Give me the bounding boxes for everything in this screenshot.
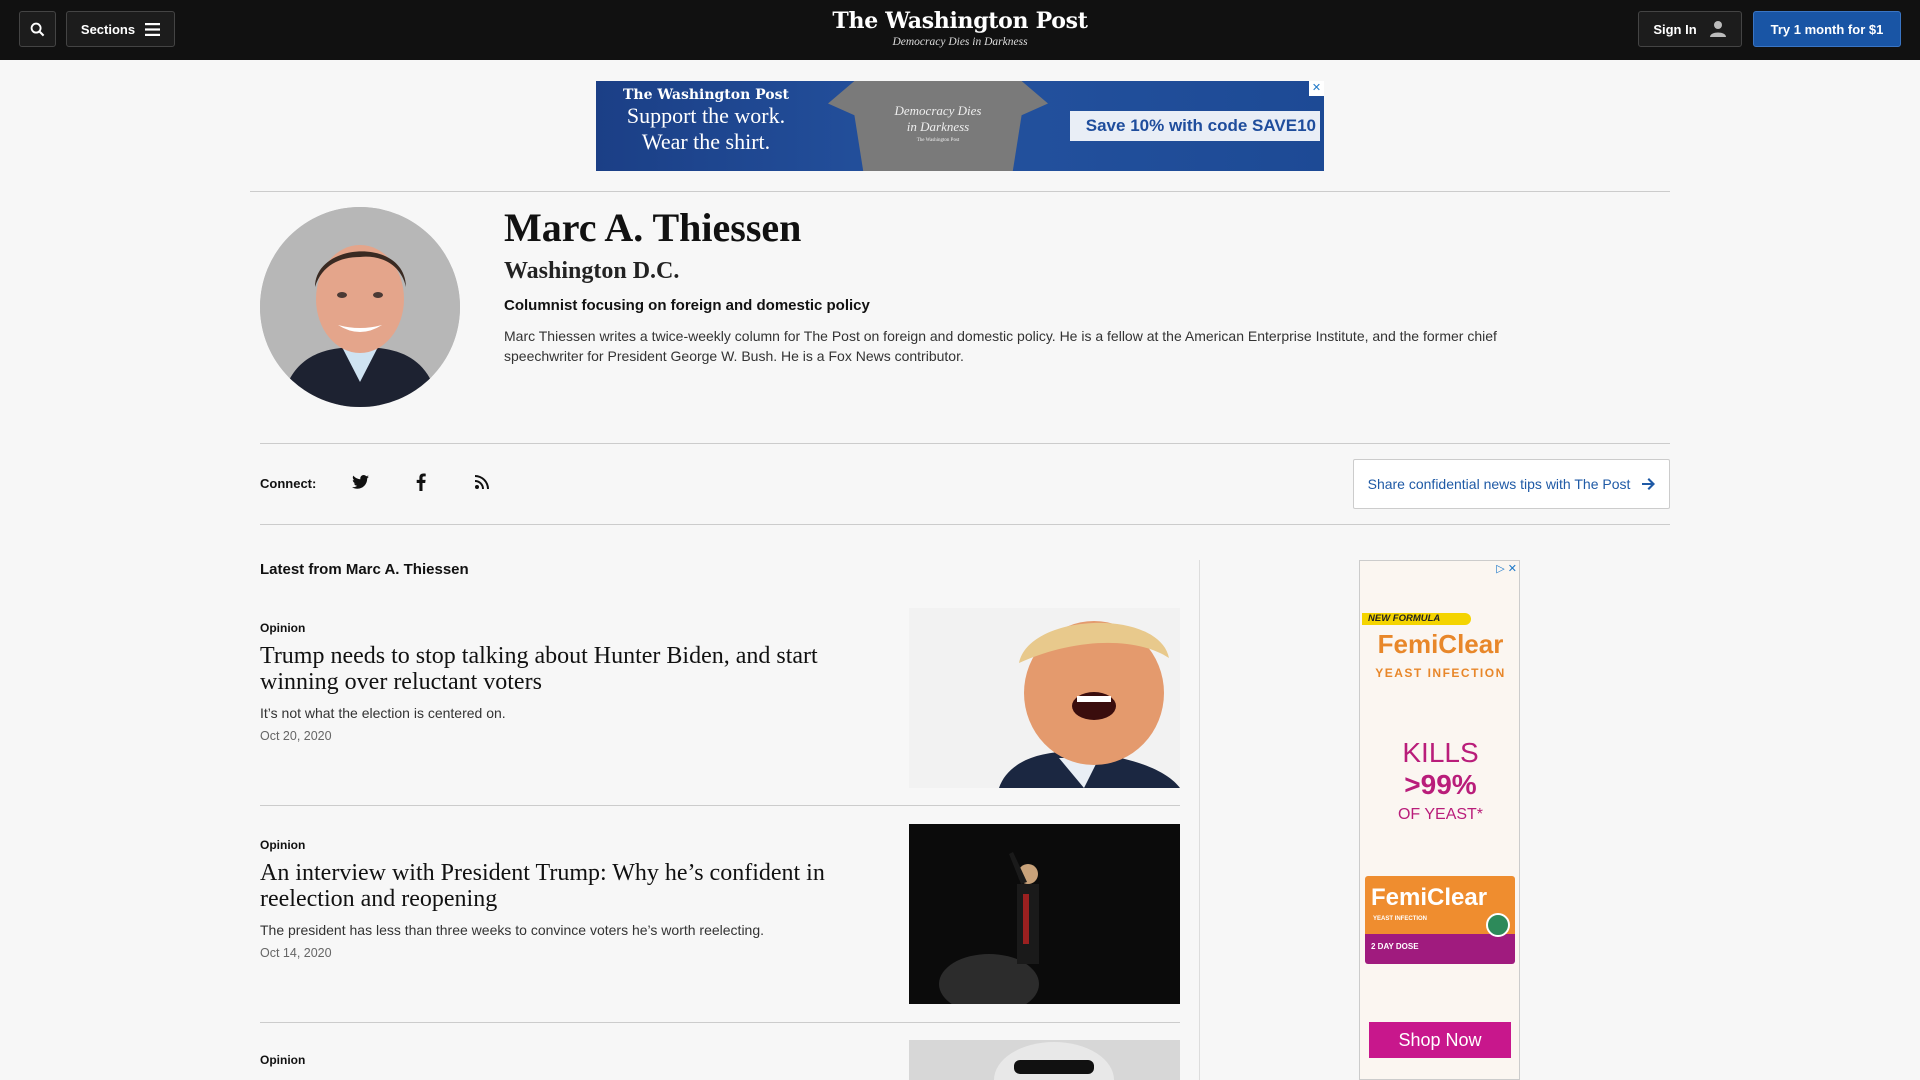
ad-banner-promo-text: Save 10% with code SAVE10 (1085, 116, 1316, 135)
facebook-link[interactable] (409, 470, 433, 494)
sign-in-button[interactable]: Sign In (1638, 11, 1742, 47)
article-card[interactable]: Opinion An interview with President Trum… (260, 822, 1180, 1023)
connect-label: Connect: (260, 476, 317, 491)
ad-banner-copy: The Washington Post Support the work. We… (616, 87, 796, 155)
ad-kills-line-1: KILLS (1402, 737, 1479, 768)
ad-tag: NEW FORMULA (1362, 613, 1471, 625)
menu-icon (145, 22, 161, 36)
tshirt-text: Democracy Dies in Darkness The Washingto… (828, 103, 1048, 147)
ad-banner-logo: The Washington Post (623, 87, 789, 103)
article-blurb: It’s not what the election is centered o… (260, 705, 506, 721)
ad-close-icon[interactable]: ✕ (1309, 81, 1324, 96)
masthead-tagline: Democracy Dies in Darkness (892, 36, 1028, 48)
tshirt-text-line-1: Democracy Dies (894, 103, 982, 118)
article-blurb: The president has less than three weeks … (260, 922, 765, 938)
side-ad[interactable]: ▷ ✕ NEW FORMULA FemiClear YEAST INFECTIO… (1359, 560, 1520, 1080)
news-tips-button[interactable]: Share confidential news tips with The Po… (1353, 459, 1670, 509)
author-role: Columnist focusing on foreign and domest… (504, 297, 870, 314)
twitter-link[interactable] (348, 470, 372, 494)
article-date: Oct 14, 2020 (260, 946, 332, 960)
article-photo-rally (909, 824, 1180, 1004)
rss-link[interactable] (470, 470, 494, 494)
product-seal-icon (1486, 913, 1510, 937)
article-divider (260, 1022, 1180, 1023)
ad-kills-line-3: OF YEAST* (1397, 806, 1484, 823)
divider (260, 524, 1670, 525)
news-tips-label: Share confidential news tips with The Po… (1367, 476, 1631, 492)
article-photo-biden (909, 1040, 1180, 1080)
product-box-brand: FemiClear (1371, 884, 1488, 911)
ad-subbrand: YEAST INFECTION (1375, 666, 1506, 680)
arrow-right-icon (1642, 478, 1656, 490)
author-bio: Marc Thiessen writes a twice-weekly colu… (504, 328, 1497, 364)
top-navigation: Sections The Washington Post Democracy D… (0, 0, 1920, 60)
ad-choices-icon[interactable]: ▷ ✕ (1496, 562, 1517, 575)
search-icon (30, 22, 45, 36)
subscribe-button[interactable]: Try 1 month for $1 (1753, 11, 1901, 47)
ad-banner[interactable]: The Washington Post Support the work. We… (596, 81, 1324, 171)
facebook-icon (416, 473, 426, 491)
article-image[interactable] (909, 824, 1180, 1004)
article-headline[interactable]: An interview with President Trump: Why h… (260, 860, 900, 912)
divider (250, 191, 1670, 192)
author-portrait-image (260, 207, 460, 407)
sections-button[interactable]: Sections (66, 11, 175, 47)
article-card[interactable]: Opinion Trump needs to stop talking abou… (260, 605, 1180, 806)
masthead-logo[interactable]: The Washington Post (760, 8, 1160, 34)
search-button[interactable] (19, 11, 56, 47)
article-photo-trump (909, 608, 1180, 788)
article-label: Opinion (260, 621, 306, 635)
article-label: Opinion (260, 838, 306, 852)
author-avatar (260, 207, 460, 407)
author-name: Marc A. Thiessen (504, 205, 802, 250)
tshirt-logo: The Washington Post (916, 138, 960, 143)
sections-label: Sections (80, 21, 136, 37)
tshirt-text-line-2: in Darkness (906, 119, 970, 134)
rss-icon (475, 475, 489, 489)
column-divider (1199, 560, 1200, 1080)
author-location: Washington D.C. (504, 258, 680, 284)
shop-now-button[interactable]: Shop Now (1369, 1022, 1511, 1058)
product-box-image: FemiClear YEAST INFECTION 2 DAY DOSE (1365, 876, 1515, 964)
article-image[interactable] (909, 608, 1180, 788)
article-headline[interactable]: Trump needs to stop talking about Hunter… (260, 643, 900, 695)
feed-heading: Latest from Marc A. Thiessen (260, 561, 469, 578)
article-label: Opinion (260, 1053, 306, 1067)
user-icon (1709, 21, 1726, 37)
article-date: Oct 20, 2020 (260, 729, 332, 743)
article-card[interactable]: Opinion (260, 1038, 1180, 1080)
article-divider (260, 805, 1180, 806)
ad-banner-promo: Save 10% with code SAVE10 (1070, 111, 1320, 141)
ad-brand: FemiClear (1377, 629, 1504, 659)
sign-in-label: Sign In (1653, 21, 1697, 37)
article-image[interactable] (909, 1040, 1180, 1080)
ad-banner-line-2: Wear the shirt. (641, 129, 771, 154)
product-box-dose: 2 DAY DOSE (1371, 942, 1419, 951)
product-box-sub: YEAST INFECTION (1373, 916, 1428, 922)
ad-kills-line-2: >99% (1404, 769, 1477, 800)
ad-banner-line-1: Support the work. (626, 103, 786, 128)
divider (260, 443, 1670, 444)
masthead[interactable]: The Washington Post Democracy Dies in Da… (760, 8, 1160, 48)
twitter-icon (351, 475, 369, 489)
